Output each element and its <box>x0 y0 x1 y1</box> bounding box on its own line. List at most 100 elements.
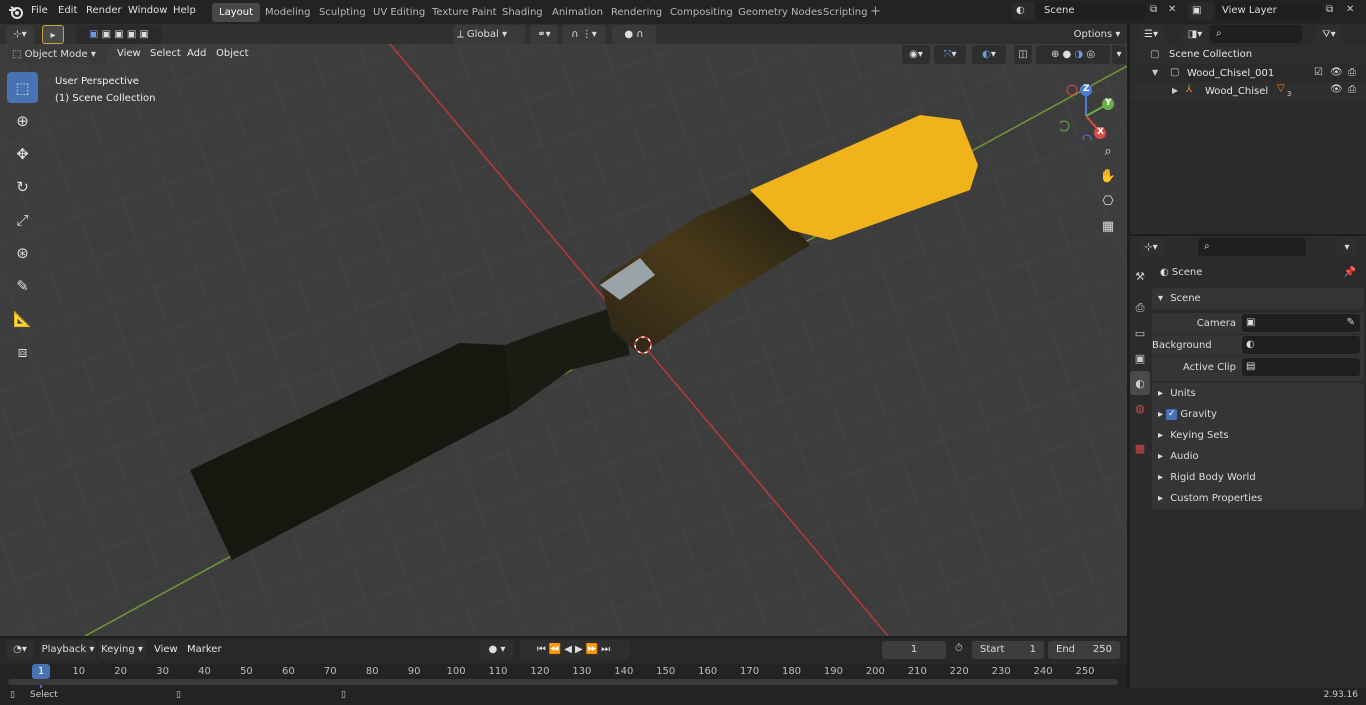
properties-editor-type-icon[interactable]: ⊹▾ <box>1138 238 1164 257</box>
timeline-marker-menu[interactable]: Marker <box>187 644 222 655</box>
view-layer-copy-icon[interactable]: ⧉ <box>1326 4 1333 15</box>
menu-help[interactable]: Help <box>173 0 196 24</box>
audio-panel[interactable]: ▸ Audio <box>1152 446 1364 467</box>
gizmo-toggle-icon[interactable]: ⤧▾ <box>934 45 966 64</box>
zoom-icon[interactable]: ⌕ <box>1097 140 1119 162</box>
object-visibility-icon[interactable]: 👁 <box>1330 84 1343 95</box>
move-icon[interactable]: ✥ <box>7 138 38 169</box>
pivot-point-icon[interactable]: ⚭▾ <box>530 25 558 44</box>
measure-icon[interactable]: 📐 <box>7 303 38 334</box>
scene-browse-icon[interactable]: ◐ <box>1012 2 1034 20</box>
outliner-object-item[interactable]: Wood_Chisel <box>1205 86 1268 97</box>
transform-orientation-dropdown[interactable]: ⟂ Global ▾ <box>453 25 525 44</box>
navigation-gizmo[interactable]: Z Y X <box>1058 80 1120 144</box>
add-workspace-icon[interactable]: + <box>870 4 881 19</box>
timeline-view-menu[interactable]: View <box>154 644 178 655</box>
camera-view-icon[interactable]: ⎔ <box>1097 190 1119 212</box>
tab-uv-editing[interactable]: UV Editing <box>366 3 432 22</box>
tab-texture-paint[interactable]: Texture Paint <box>425 3 504 22</box>
xray-icon[interactable]: ◫ <box>1014 45 1032 64</box>
render-properties-tab[interactable]: ⎙ <box>1130 296 1150 320</box>
properties-options-icon[interactable]: ▾ <box>1336 238 1358 257</box>
outliner-filter-icon[interactable]: ⛛▾ <box>1316 25 1342 44</box>
camera-field[interactable]: ▣ ✎ <box>1242 314 1360 332</box>
collection-render-icon[interactable]: ⎙ <box>1348 67 1356 78</box>
start-frame-field[interactable]: Start 1 <box>972 641 1044 659</box>
object-expand-icon[interactable]: ▶ <box>1172 86 1178 95</box>
outliner-display-mode-icon[interactable]: ◨▾ <box>1182 25 1208 44</box>
transform-icon[interactable]: ⊛ <box>7 237 38 268</box>
select-box-icon[interactable]: ⬚ <box>7 72 38 103</box>
view-layer-browse-icon[interactable]: ▣ <box>1188 2 1214 20</box>
playback-menu[interactable]: Playback ▾ <box>40 640 96 659</box>
scene-close-icon[interactable]: ✕ <box>1168 4 1176 15</box>
units-panel[interactable]: ▸ Units <box>1152 383 1364 404</box>
outliner-editor-type-icon[interactable]: ☰▾ <box>1138 25 1164 44</box>
annotate-icon[interactable]: ✎ <box>7 270 38 301</box>
preview-range-icon[interactable]: ⏱ <box>955 643 963 654</box>
object-render-icon[interactable]: ⎙ <box>1348 84 1356 95</box>
visibility-icon[interactable]: ◉▾ <box>902 45 930 64</box>
tab-scripting[interactable]: Scripting <box>816 3 874 22</box>
timeline-scrollbar[interactable] <box>8 679 1118 685</box>
outliner-search-input[interactable]: ⌕ <box>1210 25 1302 43</box>
tab-animation[interactable]: Animation <box>545 3 610 22</box>
view-layer-close-icon[interactable]: ✕ <box>1346 4 1354 15</box>
proportional-editing-icon[interactable]: ● ∩ <box>612 25 656 44</box>
overlay-toggle-icon[interactable]: ◐▾ <box>972 45 1006 64</box>
snapping-icon[interactable]: ∩ ⋮▾ <box>562 25 606 44</box>
tab-geometry-nodes[interactable]: Geometry Nodes <box>731 3 829 22</box>
tab-layout[interactable]: Layout <box>212 3 260 22</box>
timeline-editor-type-icon[interactable]: ◔▾ <box>6 640 34 659</box>
view-layer-properties-tab[interactable]: ▣ <box>1130 346 1150 370</box>
scene-panel-header[interactable]: ▾ Scene <box>1152 288 1364 309</box>
view-layer-name-field[interactable]: View Layer <box>1216 2 1322 20</box>
collection-checkbox[interactable]: ☑ <box>1314 67 1323 78</box>
tab-compositing[interactable]: Compositing <box>663 3 740 22</box>
tool-properties-tab[interactable]: ⚒ <box>1130 264 1150 288</box>
tab-rendering[interactable]: Rendering <box>604 3 669 22</box>
pin-icon[interactable]: 📌 <box>1344 262 1356 283</box>
outliner-scene-collection[interactable]: Scene Collection <box>1169 49 1252 60</box>
custom-properties-panel[interactable]: ▸ Custom Properties <box>1152 488 1364 509</box>
scale-icon[interactable]: ⤢ <box>7 204 38 235</box>
scene-copy-icon[interactable]: ⧉ <box>1150 4 1157 15</box>
output-properties-tab[interactable]: ▭ <box>1130 321 1150 345</box>
selection-mode-icons[interactable]: ▣ ▣ ▣ ▣ ▣ <box>76 25 162 44</box>
scene-properties-tab[interactable]: ◐ <box>1130 371 1150 395</box>
viewport-menu-select[interactable]: Select <box>150 48 181 59</box>
keying-sets-panel[interactable]: ▸ Keying Sets <box>1152 425 1364 446</box>
rigid-body-world-panel[interactable]: ▸ Rigid Body World <box>1152 467 1364 488</box>
background-scene-field[interactable]: ◐ <box>1242 336 1360 354</box>
outliner-collection-item[interactable]: Wood_Chisel_001 <box>1187 68 1274 79</box>
editor-type-icon[interactable]: ⊹▾ <box>6 25 34 44</box>
cursor-icon[interactable]: ⊕ <box>7 105 38 136</box>
menu-file[interactable]: File <box>31 0 48 24</box>
tab-shading[interactable]: Shading <box>495 3 550 22</box>
gravity-checkbox[interactable]: ✓ <box>1166 408 1178 420</box>
blender-logo-icon[interactable] <box>8 4 24 20</box>
viewport-menu-add[interactable]: Add <box>187 48 206 59</box>
viewport-menu-object[interactable]: Object <box>216 48 249 59</box>
shading-options-icon[interactable]: ▾ <box>1112 45 1126 64</box>
auto-keying-icon[interactable]: ● ▾ <box>480 640 514 659</box>
properties-search-input[interactable]: ⌕ <box>1198 238 1306 256</box>
active-clip-field[interactable]: ▤ <box>1242 358 1360 376</box>
texture-properties-tab[interactable]: ▩ <box>1130 436 1150 460</box>
options-dropdown[interactable]: Options ▾ <box>1070 25 1124 44</box>
world-properties-tab[interactable]: ◍ <box>1130 396 1150 420</box>
collection-expand-icon[interactable]: ▼ <box>1152 68 1158 77</box>
tab-sculpting[interactable]: Sculpting <box>312 3 373 22</box>
viewport-menu-view[interactable]: View <box>117 48 141 59</box>
playback-controls[interactable]: ⏮⏪◀▶⏩⏭ <box>520 640 630 659</box>
gravity-panel[interactable]: ▸ ✓ Gravity <box>1152 404 1364 425</box>
keying-menu[interactable]: Keying ▾ <box>98 640 146 659</box>
shading-mode-icons[interactable]: ⊕ ● ◑ ◎ <box>1036 45 1110 64</box>
menu-window[interactable]: Window <box>128 0 167 24</box>
pan-hand-icon[interactable]: ✋ <box>1097 165 1119 187</box>
select-tool-icon[interactable]: ▸ <box>42 25 64 44</box>
menu-render[interactable]: Render <box>86 0 122 24</box>
object-mode-dropdown[interactable]: ⬚ Object Mode ▾ <box>8 45 106 64</box>
tab-modeling[interactable]: Modeling <box>258 3 318 22</box>
collection-visibility-icon[interactable]: 👁 <box>1330 67 1343 78</box>
